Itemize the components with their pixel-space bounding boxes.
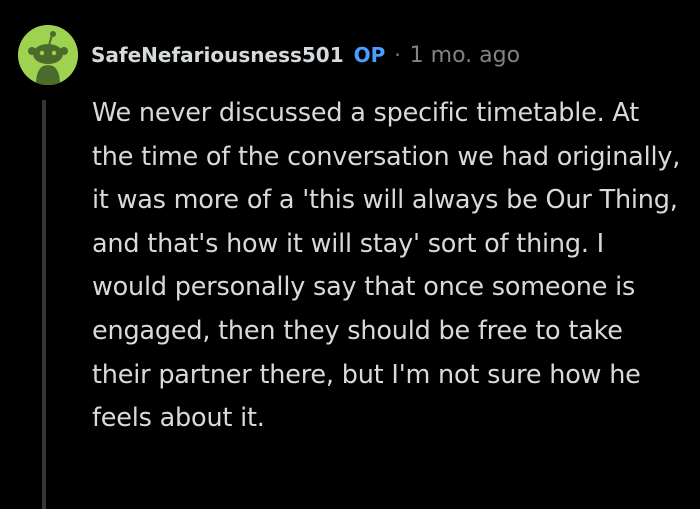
separator-dot: · [394,43,401,67]
username-link[interactable]: SafeNefariousness501 [91,43,344,67]
avatar[interactable] [18,25,78,85]
comment-body: We never discussed a specific timetable.… [92,98,681,434]
comment-timestamp[interactable]: 1 mo. ago [410,43,520,68]
thread-collapse-line[interactable] [42,100,46,509]
snoo-avatar-icon [18,25,78,85]
comment-header: SafeNefariousness501 OP · 1 mo. ago [91,37,520,73]
op-badge: OP [353,43,386,67]
